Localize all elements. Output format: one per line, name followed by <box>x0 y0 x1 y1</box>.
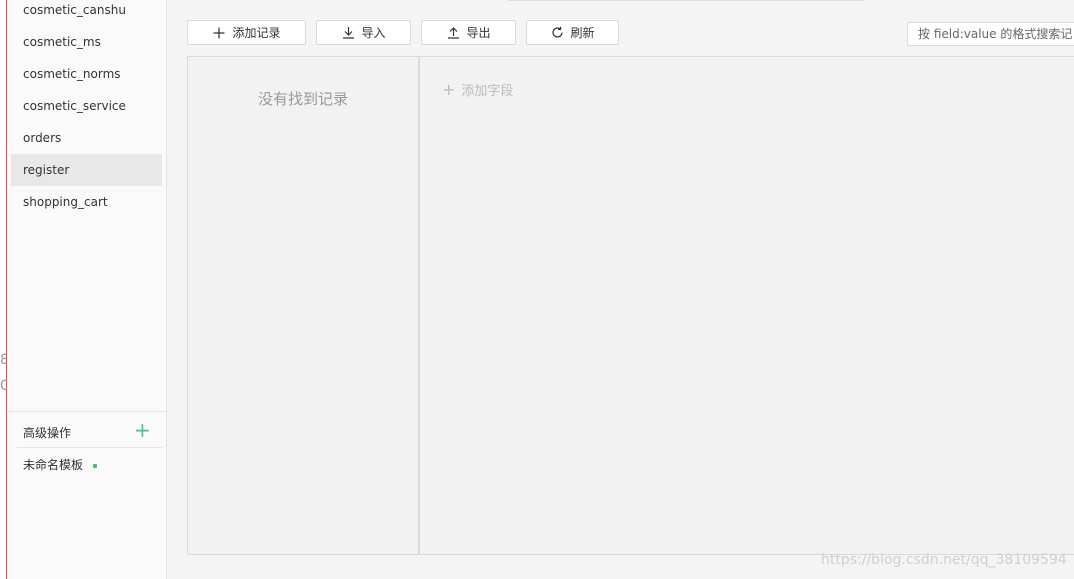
empty-state-text: 没有找到记录 <box>257 90 348 108</box>
status-dot-icon <box>93 463 98 468</box>
template-item[interactable]: 未命名模板 <box>23 456 98 473</box>
collection-item-shopping-cart[interactable]: shopping_cart <box>11 186 162 218</box>
import-label: 导入 <box>361 26 386 40</box>
divider <box>7 411 166 412</box>
advanced-operations-row: 高级操作 + <box>7 417 166 447</box>
export-button[interactable]: 导出 <box>421 20 516 45</box>
record-list-panel: 没有找到记录 <box>187 56 419 555</box>
download-icon <box>341 26 355 40</box>
collection-item-orders[interactable]: orders <box>11 122 162 154</box>
collection-item-cosmetic-canshu[interactable]: cosmetic_canshu <box>11 0 162 26</box>
template-label: 未命名模板 <box>23 458 84 472</box>
record-detail-panel: + 添加字段 <box>418 56 1074 555</box>
import-button[interactable]: 导入 <box>316 20 411 45</box>
collection-item-register[interactable]: register <box>11 154 162 186</box>
advanced-operations-label: 高级操作 <box>23 426 72 440</box>
plus-icon <box>212 26 226 40</box>
add-record-button[interactable]: 添加记录 <box>187 20 306 45</box>
watermark: https://blog.csdn.net/qq_38109594 <box>821 552 1067 568</box>
collection-item-cosmetic-ms[interactable]: cosmetic_ms <box>11 26 162 58</box>
collection-item-cosmetic-norms[interactable]: cosmetic_norms <box>11 58 162 90</box>
collection-item-cosmetic-service[interactable]: cosmetic_service <box>11 90 162 122</box>
add-field-button[interactable]: + 添加字段 <box>442 80 513 99</box>
plus-icon: + <box>442 80 456 99</box>
upload-icon <box>446 26 460 40</box>
add-field-label: 添加字段 <box>461 84 514 99</box>
export-label: 导出 <box>466 26 491 40</box>
top-divider <box>508 0 864 1</box>
sidebar: cosmetic_canshu cosmetic_ms cosmetic_nor… <box>7 0 167 579</box>
refresh-label: 刷新 <box>570 26 595 40</box>
refresh-button[interactable]: 刷新 <box>526 20 619 45</box>
refresh-icon <box>550 26 564 40</box>
plus-icon[interactable]: + <box>134 419 151 441</box>
divider <box>17 447 162 448</box>
add-record-label: 添加记录 <box>232 26 281 40</box>
collection-list: cosmetic_canshu cosmetic_ms cosmetic_nor… <box>11 0 162 218</box>
search-input[interactable]: 按 field:value 的格式搜索记 <box>907 22 1074 46</box>
